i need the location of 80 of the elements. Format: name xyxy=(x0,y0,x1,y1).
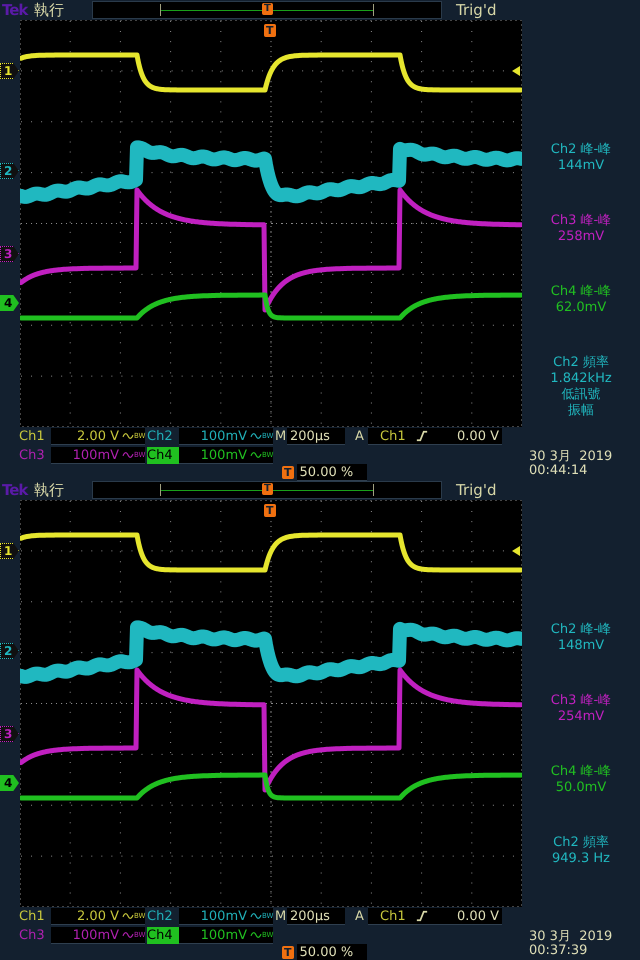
channel-marker[interactable]: 1 xyxy=(0,543,19,559)
channel-scale: 100mV xyxy=(200,928,247,942)
channel-scale: 100mV xyxy=(200,448,247,462)
measurement-label: Ch2 頻率 xyxy=(553,355,609,371)
measurement-label: Ch4 峰-峰 xyxy=(550,284,612,300)
bandwidth-wave-icon xyxy=(250,930,262,940)
channel-marker[interactable]: 1 xyxy=(0,63,19,79)
trigger-position-marker: T xyxy=(264,24,276,37)
measurement-label: Ch4 峰-峰 xyxy=(550,764,612,780)
trigger-source: Ch1 xyxy=(380,908,406,924)
measurement-value: 振幅 xyxy=(568,403,594,419)
channel-marker[interactable]: 2 xyxy=(0,163,19,179)
trigger-position: 50.00 % xyxy=(300,464,354,480)
trigger-position-marker: T xyxy=(264,504,276,517)
bandwidth-wave-icon xyxy=(122,930,134,940)
measurement-value: 144mV xyxy=(558,158,604,174)
measurement-value: 949.3 Hz xyxy=(552,851,610,867)
channel-scale: 2.00 V xyxy=(77,428,119,444)
bandwidth-wave-icon xyxy=(250,431,262,441)
trigger-position: 50.00 % xyxy=(300,944,354,960)
measurement-value: 低訊號 xyxy=(562,387,600,403)
measurement-value: 148mV xyxy=(558,638,604,654)
channel-marker[interactable]: 3 xyxy=(0,246,19,262)
channel-scale: 100mV xyxy=(200,428,247,444)
trigger-level-arrow-icon xyxy=(512,546,520,556)
trigger-source: Ch1 xyxy=(380,428,406,444)
trigger-position-marker: T xyxy=(262,483,273,495)
channel-marker[interactable]: 4 xyxy=(0,295,19,311)
trigger-threshold: 0.00 V xyxy=(457,908,499,924)
trigger-status: Trig'd xyxy=(456,481,496,499)
channel-label[interactable]: Ch2 xyxy=(147,908,179,925)
bandwidth-wave-icon xyxy=(122,431,134,441)
measurement-label: Ch2 峰-峰 xyxy=(550,622,612,638)
measurement-label: Ch2 峰-峰 xyxy=(550,142,612,158)
channel-label[interactable]: Ch4 xyxy=(147,447,179,464)
date-text: 30 3月 2019 xyxy=(529,930,614,944)
measurement-value: 1.842kHz xyxy=(550,371,612,387)
measurement-label: Ch3 峰-峰 xyxy=(550,693,612,709)
time-text: 00:37:39 xyxy=(529,944,588,958)
channel-marker[interactable]: 3 xyxy=(0,726,19,742)
channel-scale: 100mV xyxy=(200,908,247,924)
trigger-label: A xyxy=(355,429,365,444)
run-state: 執行 xyxy=(34,480,65,500)
run-state: 執行 xyxy=(34,0,65,20)
bandwidth-wave-icon xyxy=(122,450,134,460)
bandwidth-wave-icon xyxy=(122,911,134,921)
date-text: 30 3月 2019 xyxy=(529,450,614,464)
trigger-threshold: 0.00 V xyxy=(457,428,499,444)
trigger-position-marker: T xyxy=(282,466,294,479)
measurement-value: 258mV xyxy=(558,229,604,245)
channel-label[interactable]: Ch1 xyxy=(19,908,51,925)
channel-marker[interactable]: 2 xyxy=(0,643,19,659)
brand-logo: Tek xyxy=(1,481,30,499)
measurement-value: 254mV xyxy=(558,709,604,725)
channel-scale: 100mV xyxy=(72,928,119,942)
rising-edge-icon xyxy=(416,430,428,442)
channel-label[interactable]: Ch2 xyxy=(147,428,179,445)
timebase-value: 200µs xyxy=(290,428,330,444)
timebase-label: M xyxy=(275,909,287,924)
timebase-value: 200µs xyxy=(290,908,330,924)
trigger-status: Trig'd xyxy=(456,1,496,19)
rising-edge-icon xyxy=(416,910,428,922)
channel-scale: 100mV xyxy=(72,448,119,462)
channel-scale: 2.00 V xyxy=(77,908,119,924)
measurement-label: Ch3 峰-峰 xyxy=(550,213,612,229)
measurement-value: 62.0mV xyxy=(556,300,606,316)
trigger-label: A xyxy=(355,909,365,924)
channel-label[interactable]: Ch1 xyxy=(19,428,51,445)
bandwidth-wave-icon xyxy=(250,450,262,460)
timebase-label: M xyxy=(275,429,287,444)
channel-marker[interactable]: 4 xyxy=(0,775,19,791)
trigger-level-arrow-icon xyxy=(512,66,520,76)
bandwidth-wave-icon xyxy=(250,911,262,921)
trigger-position-marker: T xyxy=(262,3,273,15)
channel-label[interactable]: Ch4 xyxy=(147,927,179,944)
trigger-position-marker: T xyxy=(282,946,294,959)
brand-logo: Tek xyxy=(1,1,30,19)
time-text: 00:44:14 xyxy=(529,464,588,478)
measurement-label: Ch2 頻率 xyxy=(553,835,609,851)
measurement-value: 50.0mV xyxy=(556,780,606,796)
